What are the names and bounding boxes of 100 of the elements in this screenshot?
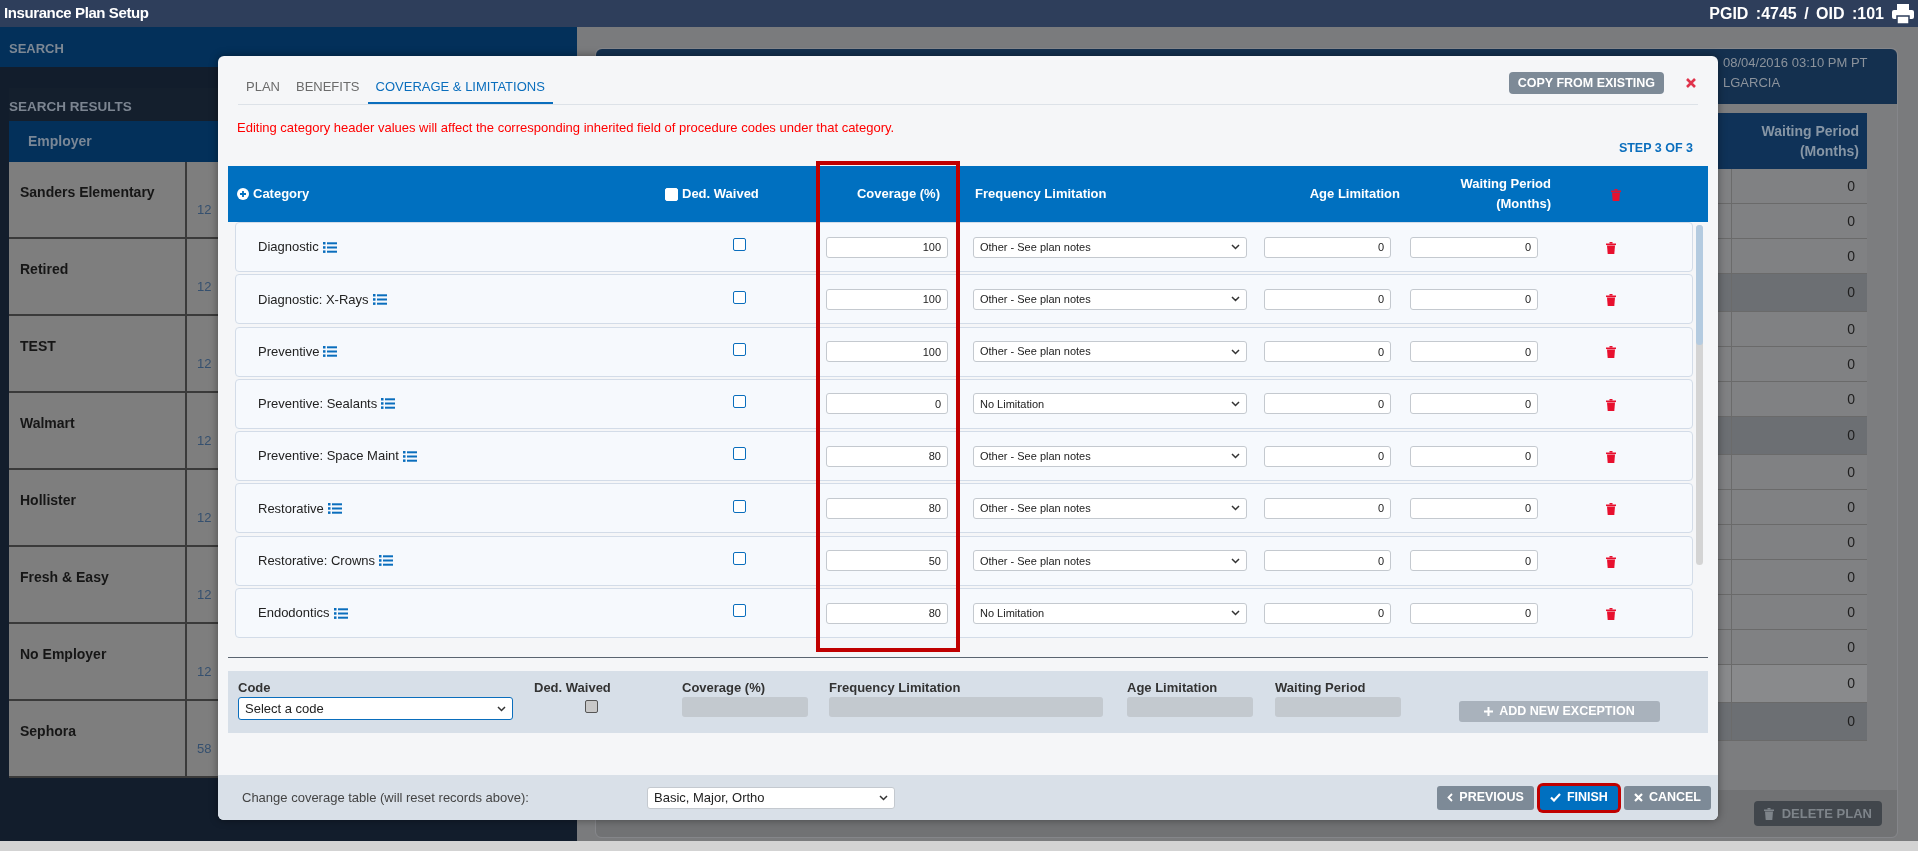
field-label: Ded. Waived xyxy=(534,679,612,694)
waiting-period-field[interactable]: 0 xyxy=(1410,236,1538,258)
list-icon[interactable] xyxy=(327,503,342,514)
checkbox[interactable] xyxy=(732,499,746,513)
column-header: Age Limitation xyxy=(1308,185,1400,204)
waiting-period-field[interactable]: 0 xyxy=(1410,288,1538,310)
frequency-select[interactable]: No Limitation xyxy=(973,393,1247,415)
trash-icon[interactable] xyxy=(1606,241,1616,254)
frequency-select[interactable]: Other - See plan notes xyxy=(973,288,1247,310)
table-cell: 12 xyxy=(197,433,212,448)
trash-icon[interactable] xyxy=(1763,807,1774,820)
checkbox[interactable] xyxy=(732,604,746,618)
chevron-down-icon xyxy=(879,794,888,801)
employer-cell: Walmart xyxy=(9,393,187,468)
chevron-down-icon xyxy=(1231,610,1240,617)
coverage-field[interactable]: 100 xyxy=(826,341,948,363)
checkbox[interactable] xyxy=(732,552,746,566)
previous-button[interactable]: PREVIOUS xyxy=(1437,785,1534,810)
list-icon[interactable] xyxy=(323,346,338,358)
column-header: Employer xyxy=(28,132,92,151)
header-checkbox[interactable] xyxy=(665,187,678,201)
employer-cell: No Employer xyxy=(9,624,187,699)
frequency-select[interactable]: Other - See plan notes xyxy=(973,445,1247,467)
coverage-field[interactable]: 80 xyxy=(826,602,948,624)
column-header: Waiting Period (Months) xyxy=(1459,175,1551,213)
cancel-button[interactable]: CANCEL xyxy=(1623,785,1711,810)
age-field[interactable]: 0 xyxy=(1264,445,1391,467)
category-name: Preventive: Space Maint xyxy=(258,447,399,466)
scrollbar[interactable] xyxy=(1696,225,1703,565)
coverage-field[interactable]: 80 xyxy=(826,445,948,467)
chevron-left-icon xyxy=(1447,793,1454,802)
trash-icon[interactable] xyxy=(1606,607,1616,620)
coverage-field[interactable]: 100 xyxy=(826,288,948,310)
coverage-field[interactable]: 0 xyxy=(826,393,948,415)
age-field[interactable]: 0 xyxy=(1264,498,1391,519)
plan-info-text: 08/04/2016 03:10 PM PT xyxy=(1723,54,1869,72)
code-select[interactable]: Select a code xyxy=(238,697,513,720)
close-icon[interactable] xyxy=(1686,78,1696,88)
step-label: STEP 3 OF 3 xyxy=(1617,140,1694,157)
copy-button[interactable]: COPY FROM EXISTING xyxy=(1508,72,1664,94)
age-field[interactable]: 0 xyxy=(1264,602,1391,624)
frequency-select[interactable]: Other - See plan notes xyxy=(973,550,1247,572)
checkbox[interactable] xyxy=(732,238,746,252)
checkbox[interactable] xyxy=(732,290,746,304)
employer-cell: Hollister xyxy=(9,470,187,545)
list-icon[interactable] xyxy=(381,398,396,410)
table-cell: 0 xyxy=(1731,525,1867,559)
trash-icon[interactable] xyxy=(1606,398,1616,411)
check-icon xyxy=(1549,793,1561,802)
frequency-select[interactable]: Other - See plan notes xyxy=(973,341,1247,363)
age-field[interactable]: 0 xyxy=(1264,341,1391,363)
waiting-period-field[interactable]: 0 xyxy=(1410,498,1538,519)
category-name: Preventive: Sealants xyxy=(258,395,378,414)
trash-icon[interactable] xyxy=(1606,346,1616,359)
list-icon[interactable] xyxy=(322,241,337,253)
plan-ids: PGID :4745 / OID :101 xyxy=(1709,3,1884,24)
checkbox[interactable] xyxy=(732,447,746,461)
list-icon[interactable] xyxy=(333,607,348,619)
table-cell: 0 xyxy=(1731,312,1867,346)
printer-icon[interactable] xyxy=(1892,3,1914,24)
waiting-period-field[interactable]: 0 xyxy=(1410,550,1538,572)
checkbox[interactable] xyxy=(732,395,746,409)
waiting-period-field[interactable]: 0 xyxy=(1410,445,1538,467)
field-label: Frequency Limitation xyxy=(829,679,962,694)
coverage-field[interactable]: 50 xyxy=(826,550,948,572)
list-icon[interactable] xyxy=(379,555,394,567)
table-cell: 0 xyxy=(1731,665,1867,702)
waiting-period-field[interactable]: 0 xyxy=(1410,341,1538,363)
list-icon[interactable] xyxy=(402,450,417,462)
plan-info-text: LGARCIA xyxy=(1723,74,1782,92)
trash-icon[interactable] xyxy=(1606,451,1616,463)
finish-button[interactable]: FINISH xyxy=(1539,785,1618,810)
list-icon[interactable] xyxy=(372,293,387,305)
field-label: Waiting Period xyxy=(1275,679,1367,694)
waiting-period-field[interactable]: 0 xyxy=(1410,393,1538,415)
chevron-down-icon xyxy=(1231,348,1240,355)
coverage-table-select[interactable]: Basic, Major, Ortho xyxy=(647,786,895,809)
trash-icon[interactable] xyxy=(1606,555,1616,568)
category-name: Endodontics xyxy=(258,604,330,623)
checkbox[interactable] xyxy=(732,342,746,356)
frequency-select[interactable]: Other - See plan notes xyxy=(973,498,1247,519)
tab[interactable]: COVERAGE & LIMITATIONS xyxy=(367,76,553,104)
table-cell: 0 xyxy=(1731,490,1867,524)
category-name: Preventive xyxy=(258,342,320,361)
plus-circle-icon[interactable] xyxy=(237,188,249,200)
waiting-period-field[interactable]: 0 xyxy=(1410,602,1538,624)
warning-text: Editing category header values will affect the corresponding inherited field of procedure codes under that category. xyxy=(236,119,896,137)
frequency-select[interactable]: Other - See plan notes xyxy=(973,236,1247,258)
table-cell: 0 xyxy=(1731,239,1867,273)
age-field[interactable]: 0 xyxy=(1264,550,1391,572)
employer-cell: TEST xyxy=(9,316,187,391)
coverage-field[interactable]: 80 xyxy=(826,498,948,519)
column-header: Coverage (%) xyxy=(855,185,941,204)
age-field[interactable]: 0 xyxy=(1264,288,1391,310)
age-field[interactable]: 0 xyxy=(1264,236,1391,258)
frequency-select[interactable]: No Limitation xyxy=(973,602,1247,624)
trash-icon[interactable] xyxy=(1606,294,1616,307)
coverage-field[interactable]: 100 xyxy=(826,236,948,258)
trash-icon[interactable] xyxy=(1606,503,1616,516)
age-field[interactable]: 0 xyxy=(1264,393,1391,415)
